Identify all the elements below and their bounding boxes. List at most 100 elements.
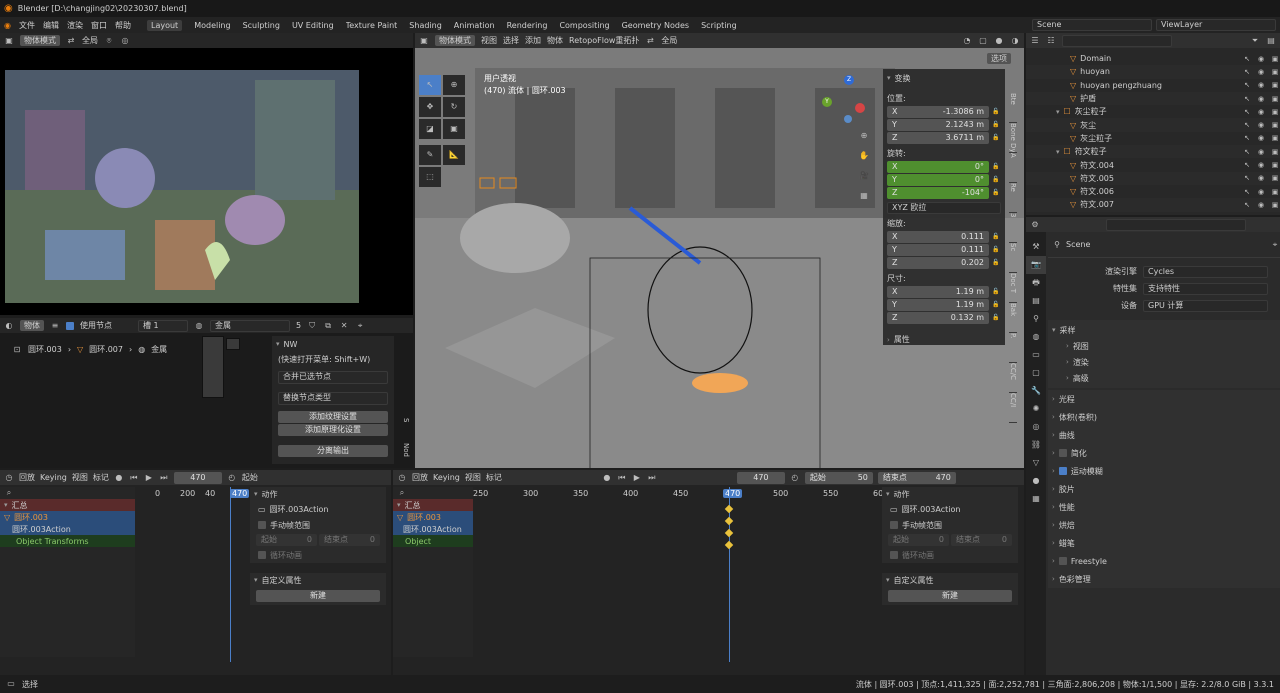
- menu-render[interactable]: 渲染: [67, 20, 83, 31]
- dim-z-field[interactable]: Z 0.132 m 🔓: [887, 312, 1001, 324]
- shader-type[interactable]: 物体: [20, 320, 44, 331]
- node-editor[interactable]: ◐ 物体 ≡ 使用节点 槽 1 ◍ 金属 5 ⛉ ⧉ ✕ ⌖ ⊡ 圆环.003 ›…: [0, 318, 413, 468]
- select-icon[interactable]: ↖: [1242, 120, 1252, 130]
- menu-object[interactable]: 物体: [547, 35, 563, 46]
- menu-file[interactable]: 文件: [19, 20, 35, 31]
- eye-icon[interactable]: ◉: [1256, 160, 1266, 170]
- tab-nod[interactable]: Nod: [396, 443, 410, 457]
- eye-icon[interactable]: ◉: [1256, 133, 1266, 143]
- marker-menu[interactable]: 标记: [486, 472, 502, 483]
- section-7[interactable]: › 烘焙: [1048, 516, 1280, 534]
- expand-icon[interactable]: ›: [1052, 575, 1055, 583]
- proportional-icon[interactable]: ◎: [120, 36, 130, 46]
- jump-end-icon[interactable]: ⏭: [159, 473, 169, 483]
- view-layer-tab-icon[interactable]: ▤: [1026, 292, 1046, 310]
- vp-tab-8[interactable]: P.: [1009, 333, 1017, 363]
- lock-icon[interactable]: 🔓: [991, 120, 1001, 130]
- menu-help[interactable]: 帮助: [115, 20, 131, 31]
- tool-tab-icon[interactable]: ⚒: [1026, 238, 1046, 256]
- engine-dropdown[interactable]: Cycles: [1143, 265, 1268, 278]
- manual-range-row[interactable]: 手动帧范围: [882, 517, 1018, 533]
- main-viewport[interactable]: ▣ 物体模式 视图 选择 添加 物体 RetopoFlow重拓扑 ⇄ 全局 ◔ …: [415, 33, 1024, 468]
- lock-icon[interactable]: 🔓: [991, 188, 1001, 198]
- feature-dropdown[interactable]: 支持特性: [1143, 282, 1268, 295]
- expand-icon[interactable]: ▾: [886, 490, 890, 498]
- tab-layout[interactable]: Layout: [146, 19, 183, 31]
- select-icon[interactable]: ↖: [1242, 94, 1252, 104]
- object-tab-icon[interactable]: ▢: [1026, 364, 1046, 382]
- split-output-button[interactable]: 分离输出: [278, 445, 388, 457]
- value-box[interactable]: Y 2.1243 m: [887, 119, 989, 131]
- rotate-tool-icon[interactable]: ↻: [443, 97, 465, 117]
- tab-compositing[interactable]: Compositing: [559, 21, 609, 30]
- node-box[interactable]: [202, 336, 224, 398]
- summary-row[interactable]: 汇总: [12, 500, 28, 511]
- search-icon[interactable]: ⌕: [397, 488, 407, 498]
- lock-icon[interactable]: 🔓: [991, 258, 1001, 268]
- expand-icon[interactable]: ›: [1066, 342, 1069, 350]
- expand-icon[interactable]: ›: [1052, 503, 1055, 511]
- expand-icon[interactable]: ▾: [1056, 108, 1060, 116]
- vp-tab-3[interactable]: Re: [1009, 183, 1017, 213]
- overlay-icon[interactable]: ◔: [962, 36, 972, 46]
- mode-selector[interactable]: 物体模式: [435, 35, 475, 46]
- cycle-row[interactable]: 循环动画: [250, 547, 386, 563]
- device-dropdown[interactable]: GPU 计算: [1143, 299, 1268, 312]
- section-9[interactable]: › Freestyle: [1048, 552, 1280, 570]
- section-8[interactable]: › 蜡笔: [1048, 534, 1280, 552]
- action-name-row[interactable]: ▭ 圆环.003Action: [250, 501, 386, 517]
- outliner-search[interactable]: [1062, 34, 1172, 47]
- view-menu-icon[interactable]: ≡: [50, 321, 60, 331]
- scale-tool-icon[interactable]: ◪: [419, 119, 441, 139]
- scl-y-field[interactable]: Y 0.111 🔓: [887, 244, 1001, 256]
- menu-select[interactable]: 选择: [503, 35, 519, 46]
- view-menu[interactable]: 视图: [465, 472, 481, 483]
- outliner-item[interactable]: ▽ huoyan pengzhuang ↖ ◉ ▣: [1026, 79, 1280, 92]
- section-checkbox[interactable]: [1058, 467, 1067, 475]
- value-box[interactable]: X -1.3086 m: [887, 106, 989, 118]
- view-menu[interactable]: 视图: [72, 472, 88, 483]
- eye-icon[interactable]: ◉: [1256, 187, 1266, 197]
- tab-animation[interactable]: Animation: [454, 21, 495, 30]
- new-button[interactable]: 新建: [256, 590, 380, 602]
- current-frame[interactable]: 470: [173, 471, 222, 484]
- value-box[interactable]: X 1.19 m: [887, 286, 989, 298]
- copy-material-icon[interactable]: ⧉: [323, 321, 333, 331]
- action-row[interactable]: 圆环.003Action: [403, 524, 462, 535]
- select-icon[interactable]: ↖: [1242, 107, 1252, 117]
- collection-tab-icon[interactable]: ▭: [1026, 346, 1046, 364]
- camera-icon[interactable]: ▣: [1270, 147, 1280, 157]
- section-10[interactable]: › 色彩管理: [1048, 570, 1280, 588]
- properties-editor[interactable]: ⚙ ⚒📷🖶▤⚲◍▭▢🔧✺◎⛓▽●▦ ⚲ Scene ⌖ 渲染引擎 Cycles 特…: [1026, 217, 1280, 675]
- tab-geometry-nodes[interactable]: Geometry Nodes: [622, 21, 689, 30]
- expand-icon[interactable]: ›: [1052, 485, 1055, 493]
- dim-x-field[interactable]: X 1.19 m 🔓: [887, 286, 1001, 298]
- rot-y-field[interactable]: Y 0° 🔓: [887, 174, 1001, 186]
- section-checkbox[interactable]: [1058, 557, 1067, 565]
- tab-node[interactable]: S: [396, 418, 410, 422]
- zoom-icon[interactable]: ⊕: [856, 131, 872, 147]
- marker-menu[interactable]: 标记: [93, 472, 109, 483]
- outliner-item[interactable]: ▽ 符文.005 ↖ ◉ ▣: [1026, 171, 1280, 185]
- lock-icon[interactable]: 🔓: [991, 287, 1001, 297]
- rotation-mode[interactable]: XYZ 欧拉: [887, 202, 1001, 214]
- transform-orientation[interactable]: 全局: [661, 35, 677, 46]
- expand-icon[interactable]: ›: [1052, 521, 1055, 529]
- sampling-header[interactable]: 采样: [1060, 325, 1076, 336]
- expand-icon[interactable]: ›: [1052, 539, 1055, 547]
- view-layer-selector[interactable]: ViewLayer: [1156, 19, 1276, 31]
- outliner-item[interactable]: ▽ 护盾 ↖ ◉ ▣: [1026, 91, 1280, 106]
- outliner-item[interactable]: ▽ 符文.004 ↖ ◉ ▣: [1026, 158, 1280, 171]
- pin-icon[interactable]: ⌖: [1270, 240, 1280, 250]
- outliner-item[interactable]: ▽ 灰尘粒子 ↖ ◉ ▣: [1026, 132, 1280, 145]
- pivot-icon[interactable]: ⇄: [645, 36, 655, 46]
- scene-selector[interactable]: Scene: [1032, 19, 1152, 31]
- vp-tab-4[interactable]: 3: [1009, 213, 1017, 243]
- modifier-tab-icon[interactable]: 🔧: [1026, 382, 1046, 400]
- switch-dropdown[interactable]: 替换节点类型: [278, 392, 388, 405]
- mode-selector[interactable]: 物体模式: [20, 35, 60, 46]
- cycle-checkbox[interactable]: [890, 551, 898, 559]
- add-texture-button[interactable]: 添加纹理设置: [278, 411, 388, 423]
- left-viewport[interactable]: ▣ 物体模式 ⇄ 全局 ⌾ ◎: [0, 33, 413, 315]
- eye-icon[interactable]: ◉: [1256, 94, 1266, 104]
